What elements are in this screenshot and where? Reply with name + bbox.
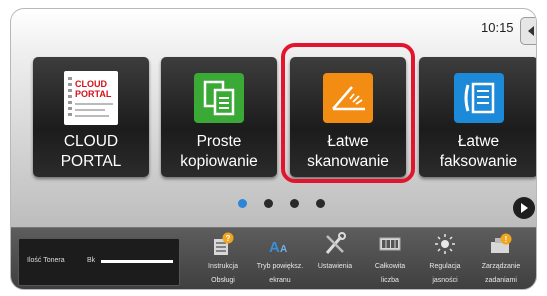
manual-icon: ?: [214, 232, 234, 255]
fn-label: Tryb powiększ. ekranu: [256, 263, 304, 284]
fn-label: Instrukcja Obsługi: [208, 263, 238, 284]
fn-zoom-mode[interactable]: A A Tryb powiększ. ekranu: [256, 232, 304, 289]
bottom-bar: Ilość Tonera Bk ? Instrukcja Obsługi A A…: [11, 227, 536, 289]
side-panel-tab[interactable]: [520, 17, 536, 45]
fn-total-count[interactable]: Całkowita liczba: [366, 232, 414, 289]
page-indicator: [235, 199, 335, 211]
page-dot[interactable]: [290, 199, 299, 208]
svg-text:A: A: [280, 244, 287, 255]
tile-label: Łatwe faksowanie: [439, 133, 518, 170]
chevron-left-icon: [528, 26, 534, 36]
page-dot[interactable]: [238, 199, 247, 208]
tile-label: CLOUD PORTAL: [60, 133, 122, 170]
toner-label: Ilość Tonera: [27, 257, 65, 264]
toner-level-bar: [101, 260, 173, 263]
brightness-icon: [435, 234, 455, 254]
page-dot[interactable]: [264, 199, 273, 208]
svg-text:?: ?: [226, 234, 231, 243]
fn-job-status[interactable]: ! Zarządzanie zadaniami: [477, 232, 525, 289]
fn-settings[interactable]: Ustawienia: [311, 232, 359, 289]
svg-text:A: A: [269, 239, 280, 256]
counter-icon: [379, 237, 401, 251]
fn-label: Zarządzanie zadaniami: [481, 263, 521, 284]
job-status-icon: !: [491, 233, 512, 253]
home-screen: 10:15 CLOUD PORTAL CLOUD PORTAL Proste k…: [10, 8, 537, 290]
clock: 10:15: [481, 20, 514, 35]
toner-status: Ilość Tonera Bk: [18, 238, 180, 286]
fn-label: Całkowita liczba: [374, 263, 406, 284]
fn-label: Regulacja jasności: [429, 263, 461, 284]
zoom-mode-icon: A A: [269, 239, 287, 256]
fn-brightness[interactable]: Regulacja jasności: [421, 232, 469, 289]
device: 10:15 CLOUD PORTAL CLOUD PORTAL Proste k…: [0, 0, 547, 296]
toner-color-label: Bk: [87, 257, 96, 264]
tile-simple-copy[interactable]: Proste kopiowanie: [161, 57, 277, 177]
fax-icon: [454, 73, 504, 123]
settings-icon: [325, 232, 346, 254]
tile-label: Proste kopiowanie: [180, 133, 258, 170]
fn-operation-guide[interactable]: ? Instrukcja Obsługi: [199, 232, 247, 289]
selection-highlight: [281, 43, 415, 183]
tile-easy-fax[interactable]: Łatwe faksowanie: [419, 57, 536, 177]
tile-cloud-portal[interactable]: CLOUD PORTAL CLOUD PORTAL: [33, 57, 149, 177]
page-dot[interactable]: [316, 199, 325, 208]
next-page-button[interactable]: [513, 197, 535, 219]
copy-icon: [194, 73, 244, 123]
fn-label: Ustawienia: [317, 263, 353, 270]
cloud-portal-icon: CLOUD PORTAL: [64, 71, 118, 125]
cloud-portal-logo-text: CLOUD PORTAL: [75, 79, 112, 99]
svg-text:!: !: [505, 235, 508, 244]
